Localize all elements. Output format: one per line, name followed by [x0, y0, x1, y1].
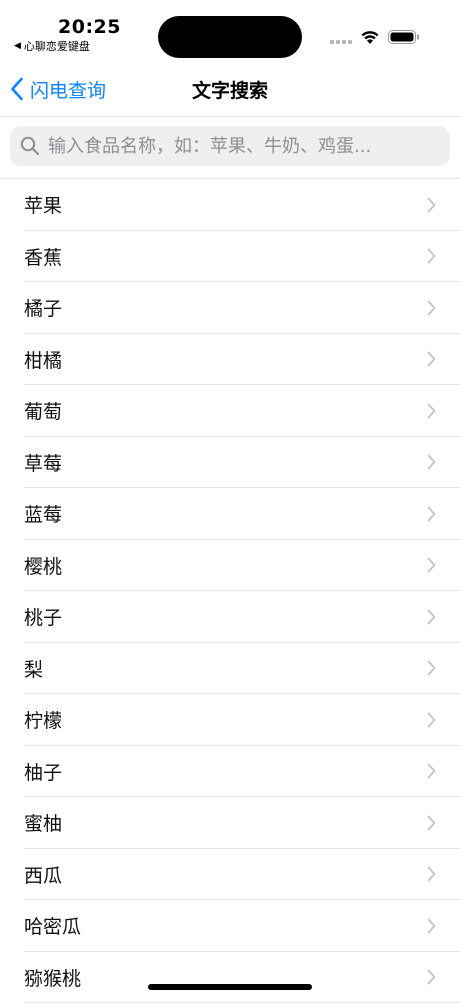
list-item[interactable]: 橘子 [0, 282, 460, 334]
list-item-label: 柠檬 [24, 706, 62, 733]
chevron-right-icon [427, 712, 436, 728]
list-item[interactable]: 蜜柚 [0, 797, 460, 849]
list-item[interactable]: 柑橘 [0, 334, 460, 386]
navigation-bar: 闪电查询 文字搜索 [0, 60, 460, 117]
return-app-name: 心聊恋爱键盘 [24, 38, 90, 54]
chevron-right-icon [427, 969, 436, 985]
list-item-label: 柚子 [24, 758, 62, 785]
chevron-right-icon [427, 300, 436, 316]
search-icon [20, 136, 40, 156]
list-item-label: 草莓 [24, 449, 62, 476]
chevron-right-icon [427, 351, 436, 367]
chevron-right-icon [427, 815, 436, 831]
list-item-label: 猕猴桃 [24, 964, 81, 991]
list-item-label: 梨 [24, 655, 43, 682]
list-item-label: 柑橘 [24, 346, 62, 373]
chevron-right-icon [427, 866, 436, 882]
list-item-label: 蜜柚 [24, 809, 62, 836]
status-time: 20:25 [58, 16, 121, 38]
list-item-label: 桃子 [24, 603, 62, 630]
list-item[interactable]: 桃子 [0, 591, 460, 643]
list-item[interactable]: 香蕉 [0, 231, 460, 283]
chevron-right-icon [427, 454, 436, 470]
list-item[interactable]: 柠檬 [0, 694, 460, 746]
search-input[interactable] [46, 135, 450, 158]
list-item-label: 西瓜 [24, 861, 62, 888]
chevron-right-icon [427, 403, 436, 419]
list-item[interactable]: 猕猴桃 [0, 952, 460, 1003]
battery-icon [388, 29, 420, 45]
list-item[interactable]: 梨 [0, 643, 460, 695]
chevron-right-icon [427, 918, 436, 934]
chevron-right-icon [427, 660, 436, 676]
wifi-icon [360, 29, 380, 45]
list-item-label: 樱桃 [24, 552, 62, 579]
list-item[interactable]: 哈密瓜 [0, 900, 460, 952]
page-title: 文字搜索 [0, 76, 460, 103]
chevron-right-icon [427, 248, 436, 264]
list-item-label: 哈密瓜 [24, 912, 81, 939]
list-item[interactable]: 苹果 [0, 179, 460, 231]
food-list: 苹果香蕉橘子柑橘葡萄草莓蓝莓樱桃桃子梨柠檬柚子蜜柚西瓜哈密瓜猕猴桃 [0, 179, 460, 1003]
list-item[interactable]: 蓝莓 [0, 488, 460, 540]
list-item[interactable]: 草莓 [0, 437, 460, 489]
chevron-right-icon [427, 609, 436, 625]
list-item[interactable]: 柚子 [0, 746, 460, 798]
status-bar: 20:25 ◀ 心聊恋爱键盘 [0, 0, 460, 60]
list-item-label: 橘子 [24, 294, 62, 321]
list-item[interactable]: 西瓜 [0, 849, 460, 901]
cellular-signal-icon [330, 40, 352, 44]
list-item-label: 蓝莓 [24, 500, 62, 527]
list-item[interactable]: 葡萄 [0, 385, 460, 437]
chevron-right-icon [427, 763, 436, 779]
return-to-app-link[interactable]: ◀ 心聊恋爱键盘 [14, 38, 90, 54]
dynamic-island [158, 16, 302, 58]
list-item-label: 苹果 [24, 191, 62, 218]
chevron-right-icon [427, 557, 436, 573]
list-item-label: 葡萄 [24, 397, 62, 424]
list-item-label: 香蕉 [24, 243, 62, 270]
list-item[interactable]: 樱桃 [0, 540, 460, 592]
search-field[interactable] [10, 126, 450, 166]
back-triangle-icon: ◀ [14, 41, 21, 51]
home-indicator[interactable] [148, 984, 312, 990]
chevron-right-icon [427, 506, 436, 522]
chevron-right-icon [427, 197, 436, 213]
